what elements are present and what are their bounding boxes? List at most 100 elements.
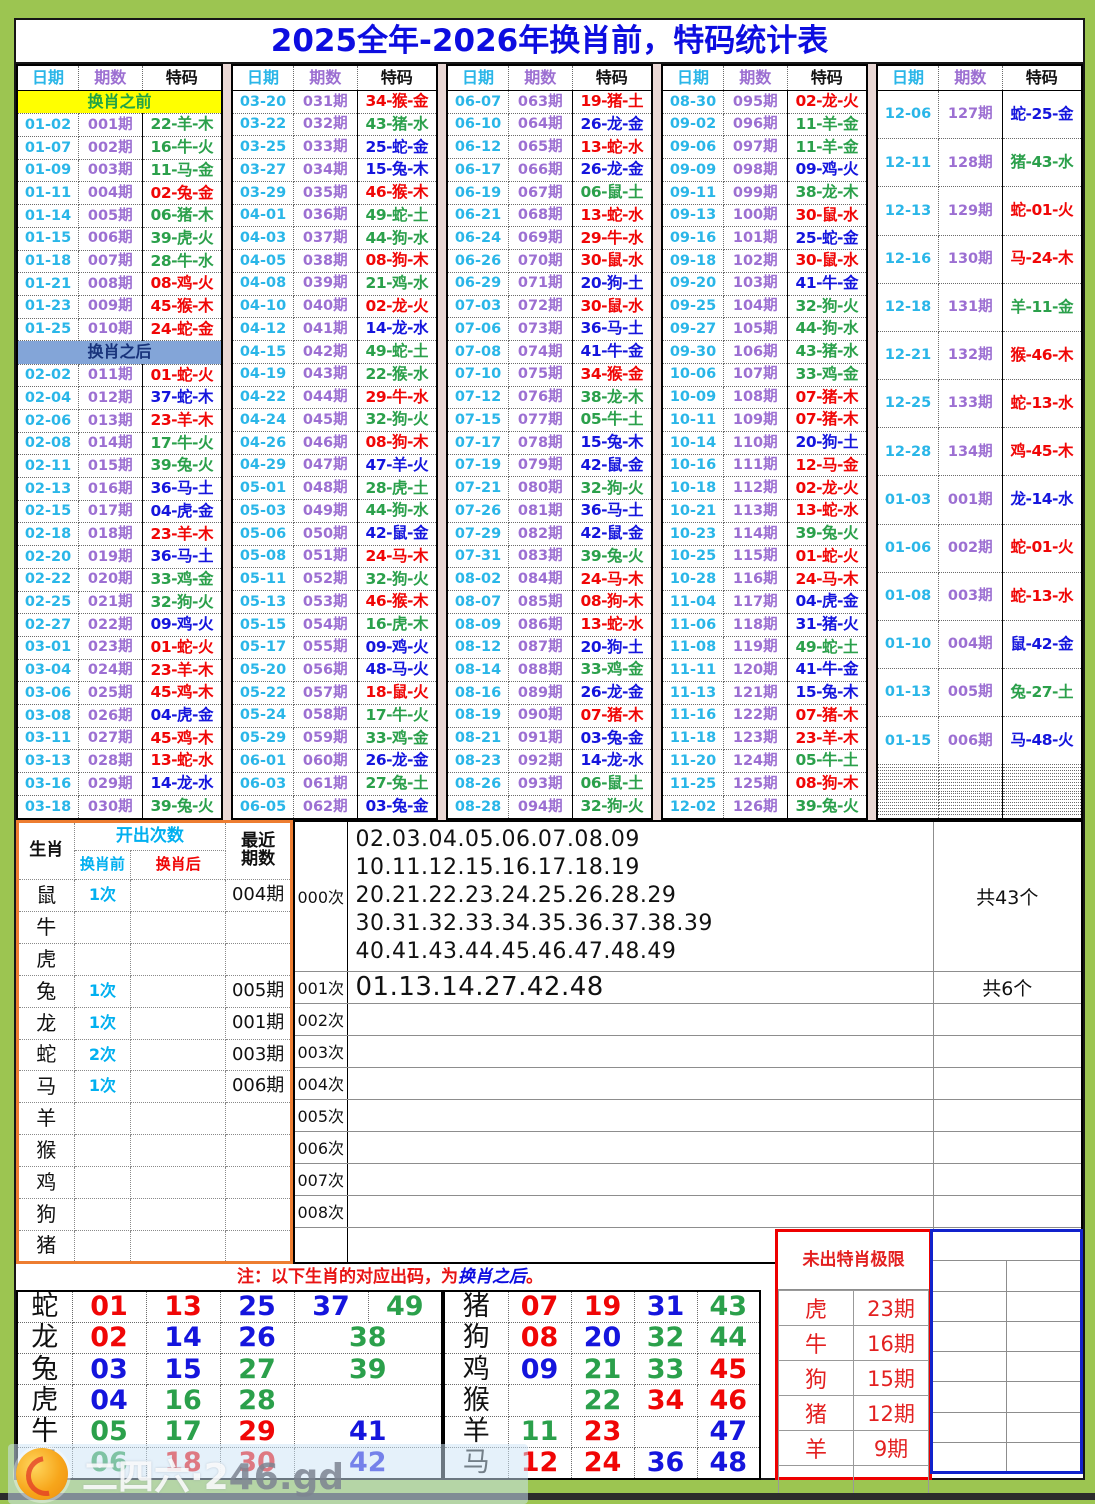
table-row: 02-22020期33-鸡-金	[17, 568, 222, 591]
period-cell: 103期	[724, 272, 788, 295]
stats-header-recent-line2: 期数	[241, 849, 275, 869]
period-cell: 039期	[294, 272, 358, 295]
period-cell: 085期	[509, 591, 573, 614]
after-count-cell	[131, 1071, 226, 1103]
period-cell: 034期	[294, 159, 358, 182]
special-code-cell: 26-龙-金	[572, 682, 652, 705]
draws-header-row: 日期期数特码	[662, 65, 867, 91]
draws-table: 日期期数特码08-30095期02-龙-火09-02096期11-羊-金09-0…	[661, 64, 868, 820]
period-cell: 087期	[509, 636, 573, 659]
special-code-cell: 39-虎-火	[142, 227, 222, 250]
special-code-cell: 44-狗-水	[787, 318, 867, 341]
zodiac-cell: 兔	[18, 975, 75, 1007]
period-cell: 089期	[509, 682, 573, 705]
period-cell: 038期	[294, 250, 358, 273]
table-row: 01-06002期蛇-01-火	[877, 524, 1082, 572]
stats-row: 狗	[18, 1199, 292, 1231]
map-row: 猪07193143	[444, 1291, 760, 1322]
period-cell: 042期	[294, 341, 358, 364]
draws-table: 日期期数特码换肖之前01-02001期22-羊-木01-07002期16-牛-火…	[16, 64, 223, 820]
date-cell: 04-19	[232, 363, 294, 386]
period-cell: 093期	[509, 773, 573, 796]
period-cell: 035期	[294, 181, 358, 204]
after-count-cell	[131, 975, 226, 1007]
special-code-cell: 24-蛇-金	[142, 318, 222, 341]
empty-cell	[932, 1352, 1007, 1382]
period-cell: 031期	[294, 91, 358, 114]
count-numbers	[347, 1195, 933, 1227]
date-cell: 10-23	[662, 522, 724, 545]
date-cell: 10-09	[662, 386, 724, 409]
count-numbers	[347, 1067, 933, 1099]
recent-period-cell: 001期	[226, 1007, 292, 1039]
recent-period-cell	[226, 1230, 292, 1262]
date-cell: 10-16	[662, 454, 724, 477]
count-label: 005次	[294, 1099, 347, 1131]
special-code-cell: 11-羊-金	[787, 113, 867, 136]
table-row: 09-30106期43-猪-水	[662, 341, 867, 364]
zodiac-cell: 马	[18, 1071, 75, 1103]
number-cell: 19	[571, 1291, 634, 1322]
date-cell: 09-27	[662, 318, 724, 341]
number-cell: 01	[72, 1291, 146, 1322]
special-code-cell: 08-狗-木	[572, 591, 652, 614]
after-count-cell	[131, 1199, 226, 1231]
table-row: 03-22032期43-猪-水	[232, 113, 437, 136]
zodiac-cell: 猪	[444, 1291, 508, 1322]
special-code-cell: 28-牛-水	[142, 250, 222, 273]
date-cell: 04-08	[232, 272, 294, 295]
period-cell: 098期	[724, 159, 788, 182]
table-row: 10-25115期01-蛇-火	[662, 545, 867, 568]
stats-row: 猴	[18, 1135, 292, 1167]
after-count-cell	[131, 911, 226, 943]
table-row: 01-13005期兔-27-土	[877, 669, 1082, 717]
period-cell: 090期	[509, 704, 573, 727]
stats-row: 羊	[18, 1103, 292, 1135]
table-row: 08-26093期06-鼠-土	[447, 773, 652, 796]
period-cell: 061期	[294, 773, 358, 796]
special-code-cell: 41-牛-金	[787, 659, 867, 682]
zodiac-cell: 虎	[779, 1291, 854, 1326]
special-code-cell: 36-马-土	[572, 500, 652, 523]
date-cell: 11-25	[662, 773, 724, 796]
period-cell: 018期	[79, 523, 143, 546]
count-row: 005次	[294, 1099, 1082, 1131]
table-row: 06-17066期26-龙-金	[447, 159, 652, 182]
special-code-cell: 33-鸡-金	[787, 363, 867, 386]
date-cell: 01-08	[877, 572, 939, 620]
date-cell: 05-13	[232, 591, 294, 614]
special-code-cell: 42-鼠-金	[357, 522, 437, 545]
date-cell: 01-18	[17, 250, 79, 273]
table-row: 05-08051期24-马-木	[232, 545, 437, 568]
after-count-cell	[131, 1007, 226, 1039]
date-cell: 08-26	[447, 773, 509, 796]
before-count-cell	[74, 911, 131, 943]
table-row: 04-05038期08-狗-木	[232, 250, 437, 273]
period-cell: 132期	[939, 331, 1003, 379]
zodiac-cell: 牛	[18, 911, 75, 943]
date-cell: 01-10	[877, 620, 939, 668]
special-code-cell: 43-猪-水	[357, 113, 437, 136]
special-code-cell: 41-牛-金	[787, 272, 867, 295]
table-row: 03-20031期34-猴-金	[232, 91, 437, 114]
period-cell: 004期	[939, 620, 1003, 668]
recent-period-cell: 003期	[226, 1039, 292, 1071]
table-row: 02-04012期37-蛇-木	[17, 387, 222, 410]
special-code-cell: 29-牛-水	[572, 227, 652, 250]
table-row: 07-17078期15-兔-木	[447, 432, 652, 455]
column-header-special: 特码	[1002, 65, 1082, 91]
period-cell: 115期	[724, 545, 788, 568]
period-cell: 054期	[294, 613, 358, 636]
date-cell: 06-12	[447, 136, 509, 159]
date-cell: 09-11	[662, 181, 724, 204]
period-cell: 029期	[79, 773, 143, 796]
period-cell: 075期	[509, 363, 573, 386]
date-cell: 12-13	[877, 187, 939, 235]
table-row: 07-10075期34-猴-金	[447, 363, 652, 386]
table-row: 08-28094期32-狗-火	[447, 795, 652, 819]
table-row: 06-03061期27-兔-土	[232, 773, 437, 796]
special-code-cell: 36-马-土	[142, 478, 222, 501]
period-cell: 094期	[509, 795, 573, 819]
special-code-cell: 32-狗-火	[572, 477, 652, 500]
before-count-cell	[74, 1103, 131, 1135]
